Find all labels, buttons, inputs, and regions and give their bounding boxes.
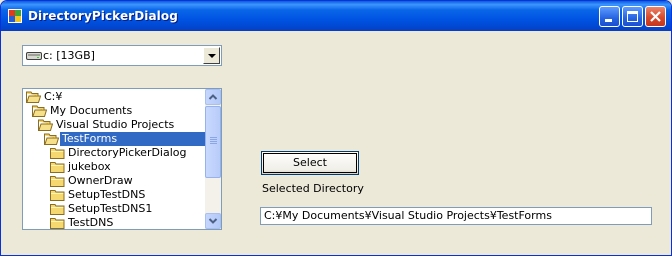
drive-icon — [26, 52, 42, 60]
folder-icon — [50, 175, 65, 187]
select-button[interactable]: Select — [261, 151, 359, 175]
folder-open-icon — [26, 91, 42, 103]
minimize-button[interactable] — [599, 6, 620, 27]
scroll-grip-line — [210, 139, 217, 140]
dialog-client-area: c: [13GB] C:¥ My Documents Visual Studio P… — [4, 31, 668, 253]
tree-item-label: My Documents — [50, 104, 133, 117]
folder-icon — [50, 203, 65, 215]
tree-item[interactable]: OwnerDraw — [23, 174, 205, 188]
tree-item[interactable]: TestForms — [23, 132, 205, 146]
chevron-down-icon — [208, 54, 216, 58]
scroll-thumb[interactable] — [205, 106, 221, 178]
scroll-grip-line — [210, 137, 217, 138]
folder-icon — [50, 189, 65, 201]
close-icon — [650, 11, 661, 22]
scroll-grip-line — [210, 141, 217, 142]
tree-item-label: Visual Studio Projects — [56, 118, 175, 131]
tree-item[interactable]: TestDNS — [23, 216, 205, 229]
tree-item[interactable]: My Documents — [23, 104, 205, 118]
folder-icon — [50, 217, 65, 229]
tree-item-label: DirectoryPickerDialog — [68, 146, 187, 159]
selected-directory-label: Selected Directory — [262, 182, 364, 195]
tree-item[interactable]: Visual Studio Projects — [23, 118, 205, 132]
drive-combobox[interactable]: c: [13GB] — [22, 45, 222, 66]
directory-picker-window: DirectoryPickerDialog c: [13GB] C:¥ My Do… — [0, 0, 672, 256]
minimize-icon — [605, 19, 612, 22]
scroll-down-button[interactable] — [205, 213, 221, 229]
folder-open-icon — [44, 133, 60, 145]
chevron-up-icon — [208, 94, 218, 100]
maximize-icon — [627, 11, 638, 22]
title-bar[interactable]: DirectoryPickerDialog — [1, 1, 671, 31]
folder-open-icon — [32, 105, 48, 117]
tree-item[interactable]: jukebox — [23, 160, 205, 174]
chevron-down-icon — [208, 218, 218, 224]
maximize-button[interactable] — [622, 6, 643, 27]
folder-open-icon — [38, 119, 54, 131]
folder-icon — [50, 161, 65, 173]
directory-tree[interactable]: C:¥ My Documents Visual Studio Projects Tes… — [22, 88, 222, 230]
tree-item-label: TestDNS — [68, 216, 114, 229]
scroll-up-button[interactable] — [205, 89, 221, 105]
tree-item-label: C:¥ — [44, 90, 63, 103]
tree-item-label: OwnerDraw — [68, 174, 133, 187]
tree-list: C:¥ My Documents Visual Studio Projects Tes… — [23, 90, 205, 229]
tree-item-label: SetupTestDNS — [68, 188, 146, 201]
scroll-grip-line — [210, 143, 217, 144]
drive-combobox-value: c: [13GB] — [43, 49, 95, 62]
combobox-dropdown-button[interactable] — [203, 47, 220, 64]
tree-item[interactable]: DirectoryPickerDialog — [23, 146, 205, 160]
tree-item[interactable]: SetupTestDNS1 — [23, 202, 205, 216]
folder-icon — [50, 147, 65, 159]
close-button[interactable] — [645, 6, 666, 27]
selected-directory-field[interactable]: C:¥My Documents¥Visual Studio Projects¥T… — [260, 207, 652, 225]
tree-item-label: TestForms — [60, 132, 120, 146]
window-title: DirectoryPickerDialog — [28, 9, 178, 23]
tree-item[interactable]: SetupTestDNS — [23, 188, 205, 202]
tree-item-label: jukebox — [68, 160, 111, 173]
app-icon — [8, 9, 22, 23]
tree-item-label: SetupTestDNS1 — [68, 202, 153, 215]
tree-item[interactable]: C:¥ — [23, 90, 205, 104]
tree-scrollbar[interactable] — [205, 89, 221, 229]
